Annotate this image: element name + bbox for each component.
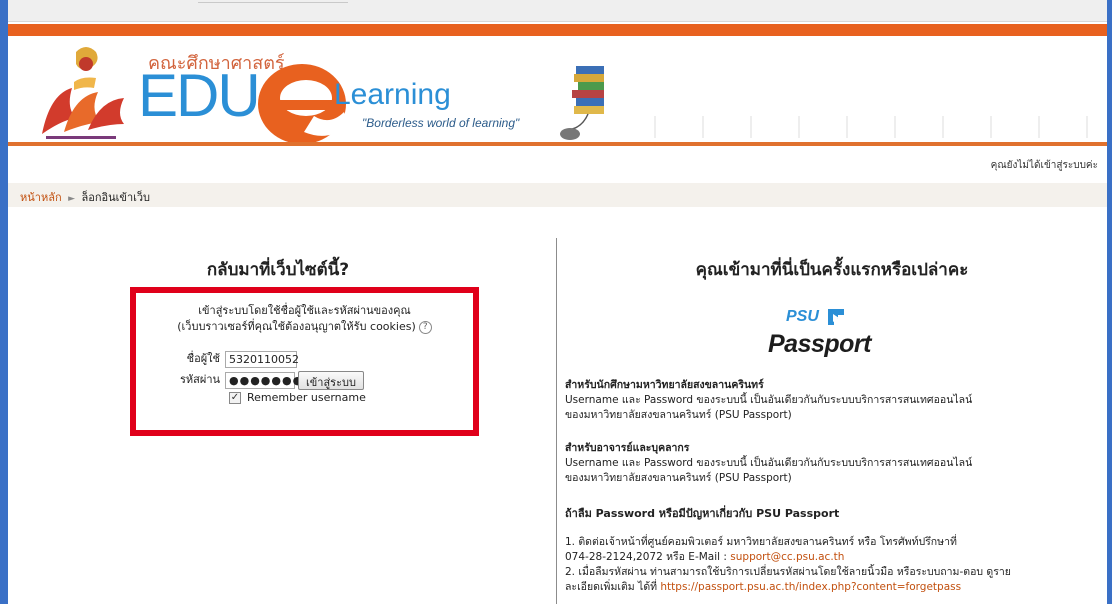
students-line-2: ของมหาวิทยาลัยสงขลานครินทร์ (PSU Passpor… <box>565 409 792 421</box>
forgot-steps: 1. ติดต่อเจ้าหน้าที่ศูนย์คอมพิวเตอร์ มหา… <box>565 535 1095 595</box>
remember-username-label[interactable]: Remember username <box>247 391 366 404</box>
logo-learning-text: Learning <box>334 78 451 111</box>
banner-watermark <box>608 116 1098 138</box>
forgot-section-title: ถ้าลืม Password หรือมีปัญหาเกี่ยวกับ PSU… <box>565 506 1095 521</box>
login-instructions: เข้าสู่ระบบโดยใช้ชื่อผู้ใช้และรหัสผ่านขอ… <box>136 303 473 335</box>
breadcrumb-current: ล็อกอินเข้าเว็บ <box>81 191 151 204</box>
username-input[interactable]: 5320110052 <box>225 350 299 368</box>
remember-username-checkbox[interactable]: ✓ <box>229 392 241 404</box>
help-icon[interactable]: ? <box>418 320 432 334</box>
staff-line-2: ของมหาวิทยาลัยสงขลานครินทร์ (PSU Passpor… <box>565 472 792 484</box>
header-orange-bar <box>8 24 1107 36</box>
staff-title: สำหรับอาจารย์และบุคลากร <box>565 442 690 454</box>
first-time-heading: คุณเข้ามาที่นี่เป็นครั้งแรกหรือเปล่าคะ <box>695 260 969 280</box>
staff-line-1: Username และ Password ของระบบนี้ เป็นอัน… <box>565 457 973 469</box>
login-button[interactable]: เข้าสู่ระบบ <box>298 370 364 390</box>
remember-row: ✓ Remember username <box>229 391 366 404</box>
students-title: สำหรับนักศึกษามหาวิทยาลัยสงขลานครินทร์ <box>565 379 764 391</box>
login-form-box: เข้าสู่ระบบโดยใช้ชื่อผู้ใช้และรหัสผ่านขอ… <box>130 287 479 436</box>
top-strip <box>8 0 1107 22</box>
step2-line-1: 2. เมื่อลืมรหัสผ่าน ท่านสามารถใช้บริการเ… <box>565 566 1011 578</box>
password-label: รหัสผ่าน <box>180 373 221 386</box>
breadcrumb: หน้าหลัก ► ล็อกอินเข้าเว็บ <box>20 188 150 206</box>
username-row: ชื่อผู้ใช้ 5320110052 <box>180 349 299 368</box>
username-label: ชื่อผู้ใช้ <box>186 352 220 365</box>
staff-section: สำหรับอาจารย์และบุคลากร Username และ Pas… <box>565 441 1095 486</box>
instruction-line-2: (เว็บบราวเซอร์ที่คุณใช้ต้องอนุญาตให้รับ … <box>177 320 416 333</box>
forgot-title: ถ้าลืม Password หรือมีปัญหาเกี่ยวกับ PSU… <box>565 507 840 520</box>
logo-edu-text: EDU <box>138 62 261 129</box>
psu-passport-logo: PSU Passport <box>762 306 880 362</box>
passport-key-icon <box>828 309 844 325</box>
navbar: หน้าหลัก ► ล็อกอินเข้าเว็บ <box>8 183 1107 207</box>
step2-line-2: ละเอียดเพิ่มเติม ได้ที่ <box>565 581 661 593</box>
column-divider <box>556 238 557 604</box>
psu-logo-text: PSU <box>786 308 819 325</box>
returning-user-heading: กลับมาที่เว็บไซต์นี้? <box>206 260 350 280</box>
instruction-line-1: เข้าสู่ระบบโดยใช้ชื่อผู้ใช้และรหัสผ่านขอ… <box>198 304 411 317</box>
banner-tagline: "Borderless world of learning" <box>362 116 520 130</box>
step1-line-2: 074-28-2124,2072 หรือ E-Mail : <box>565 551 731 563</box>
breadcrumb-home-link[interactable]: หน้าหลัก <box>20 191 62 204</box>
password-input[interactable]: ●●●●●●●●●● <box>225 371 334 389</box>
forget-password-link[interactable]: https://passport.psu.ac.th/index.php?con… <box>660 581 961 593</box>
breadcrumb-separator: ► <box>68 194 76 204</box>
faculty-emblem-icon <box>42 47 124 139</box>
step1-line-1: 1. ติดต่อเจ้าหน้าที่ศูนย์คอมพิวเตอร์ มหา… <box>565 536 957 548</box>
login-status-text: คุณยังไม่ได้เข้าสู่ระบบค่ะ <box>990 160 1098 171</box>
support-email-link[interactable]: support@cc.psu.ac.th <box>730 551 844 563</box>
students-line-1: Username และ Password ของระบบนี้ เป็นอัน… <box>565 394 973 406</box>
students-section: สำหรับนักศึกษามหาวิทยาลัยสงขลานครินทร์ U… <box>565 378 1095 423</box>
site-banner[interactable]: คณะศึกษาศาสตร์ EDU Learning "Borderless … <box>8 36 1107 146</box>
passport-logo-text: Passport <box>768 330 871 358</box>
password-row: รหัสผ่าน ●●●●●●●●●●เข้าสู่ระบบ <box>180 370 364 390</box>
books-mouse-icon <box>560 66 604 140</box>
